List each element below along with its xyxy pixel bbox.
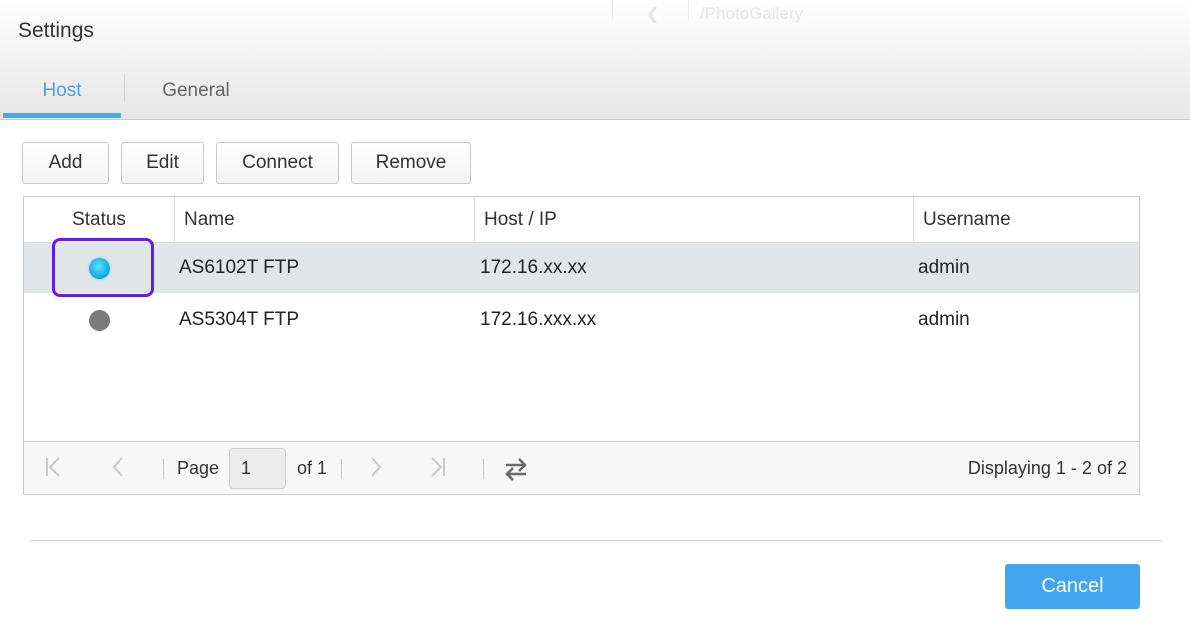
- background-path: /PhotoGallery: [700, 4, 803, 23]
- host-cell: 172.16.xxx.xx: [480, 309, 597, 330]
- pager-separator: [341, 459, 342, 479]
- background-divider: [688, 0, 689, 20]
- name-cell: AS5304T FTP: [179, 309, 300, 330]
- tab-separator: [124, 74, 125, 102]
- tab-general[interactable]: General: [126, 80, 266, 118]
- pagination-bar: Page of 1 Displaying 1 - 2 of 2: [24, 441, 1139, 494]
- username-cell: admin: [918, 257, 970, 278]
- page-count-label: of 1: [297, 458, 328, 478]
- pager-separator: [483, 459, 484, 479]
- column-header-status[interactable]: Status: [24, 197, 174, 243]
- pager-separator: [163, 459, 164, 479]
- page-label: Page: [177, 458, 220, 478]
- last-page-icon[interactable]: [426, 455, 450, 479]
- next-page-icon[interactable]: [364, 455, 388, 479]
- host-cell: 172.16.xx.xx: [480, 257, 587, 278]
- background-divider: [612, 0, 613, 20]
- column-header-host[interactable]: Host / IP: [474, 197, 913, 243]
- refresh-icon[interactable]: [502, 456, 530, 482]
- first-page-icon[interactable]: [41, 455, 65, 479]
- name-cell: AS6102T FTP: [179, 257, 300, 278]
- dialog-title: Settings: [18, 19, 94, 42]
- column-header-username[interactable]: Username: [913, 197, 1139, 243]
- status-offline-icon: [88, 309, 110, 331]
- cancel-button[interactable]: Cancel: [1005, 564, 1140, 609]
- connect-button[interactable]: Connect: [216, 142, 339, 184]
- username-cell: admin: [918, 309, 970, 330]
- table-row[interactable]: AS6102T FTP 172.16.xx.xx admin: [24, 243, 1139, 293]
- remove-button[interactable]: Remove: [351, 142, 471, 184]
- pager-display-info: Displaying 1 - 2 of 2: [967, 458, 1127, 478]
- status-cell: [24, 295, 174, 345]
- status-online-icon: [88, 257, 110, 279]
- back-chevron-icon: ❮: [646, 6, 660, 23]
- prev-page-icon[interactable]: [106, 455, 130, 479]
- dialog-header: ❮ /PhotoGallery Settings Host General: [0, 0, 1190, 120]
- footer-divider: [30, 540, 1162, 541]
- status-cell: [24, 243, 174, 293]
- add-button[interactable]: Add: [22, 142, 109, 184]
- edit-button[interactable]: Edit: [121, 142, 204, 184]
- tab-host[interactable]: Host: [3, 80, 121, 118]
- column-header-name[interactable]: Name: [174, 197, 474, 243]
- table-row[interactable]: AS5304T FTP 172.16.xxx.xx admin: [24, 295, 1139, 345]
- page-number-input[interactable]: [229, 448, 286, 489]
- table-header: Status Name Host / IP Username: [24, 197, 1139, 243]
- host-table: Status Name Host / IP Username AS6102T F…: [23, 196, 1140, 495]
